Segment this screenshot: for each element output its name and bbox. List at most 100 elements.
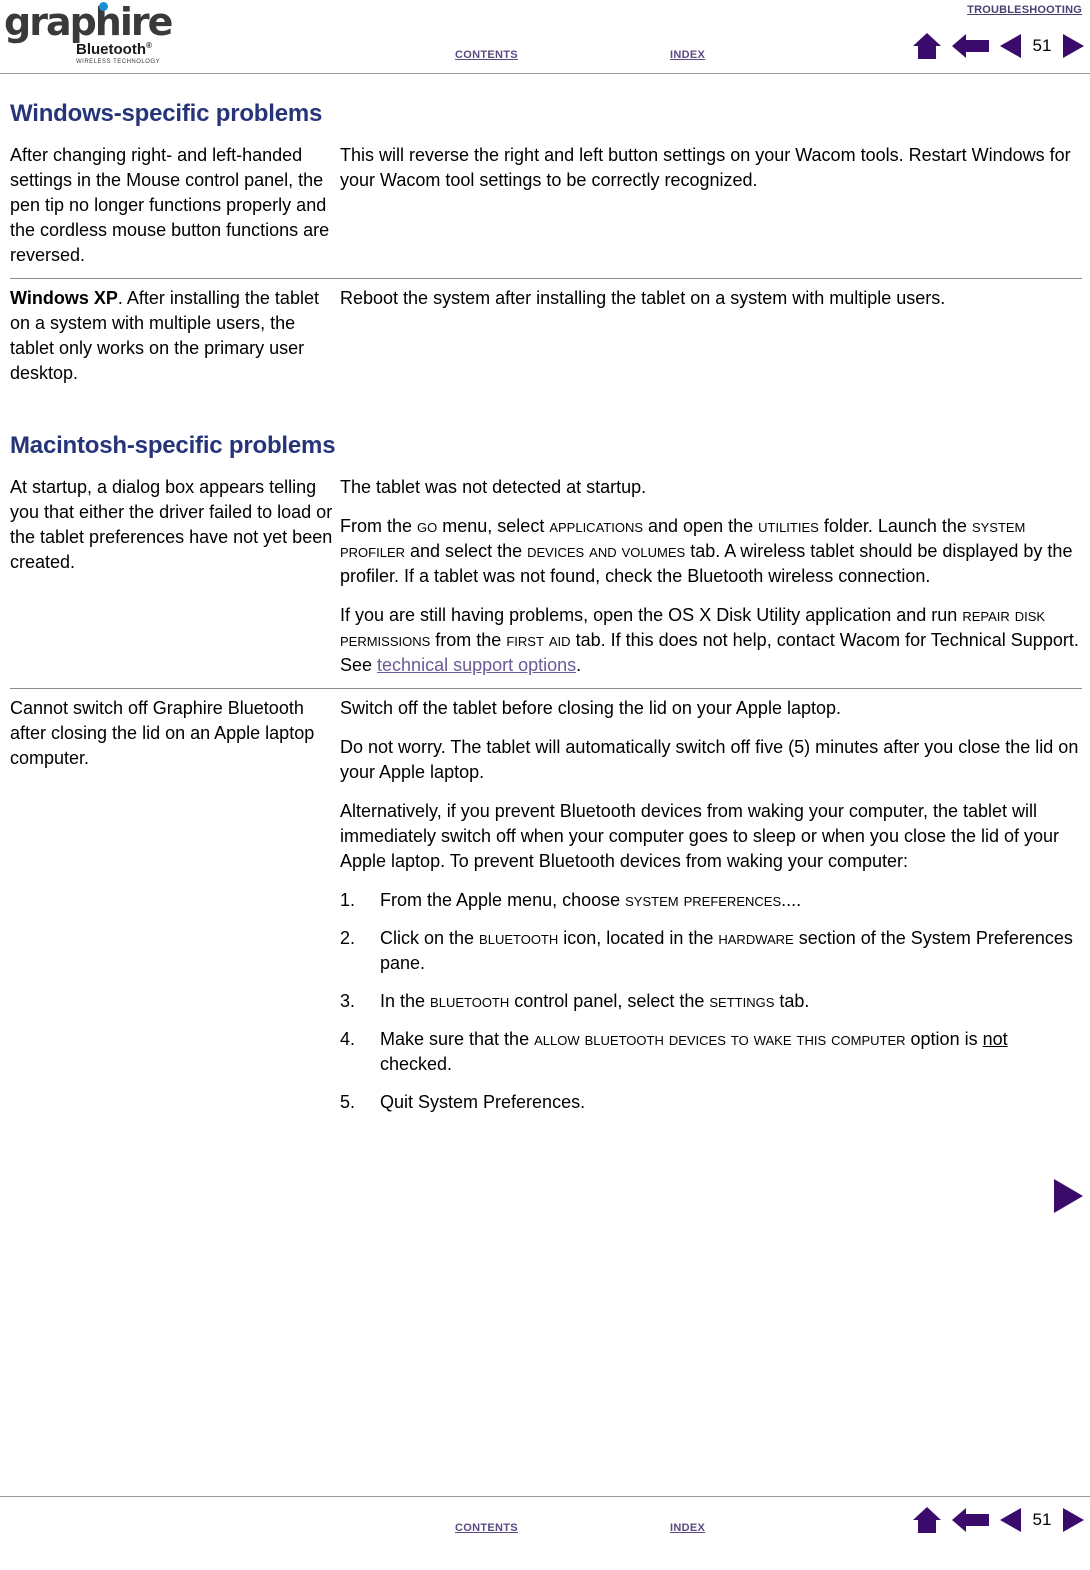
solution-cell: This will reverse the right and left but… [340,136,1082,279]
t: If you are still having problems, open t… [340,605,963,625]
step-number: 3. [340,991,356,1011]
logo-wordmark-text: graphire [4,0,173,44]
problem-cell: At startup, a dialog box appears telling… [10,468,340,689]
windows-problems-table: After changing right- and left-handed se… [10,136,1082,396]
previous-page-icon[interactable] [1000,1507,1022,1533]
solution-text: From the Go menu, select Applications an… [340,514,1082,589]
t: From the Apple menu, choose [380,890,626,910]
back-arrow-icon[interactable] [952,1507,990,1533]
back-arrow-icon[interactable] [952,33,990,59]
menu-name-system-preferences: System Preferences [625,890,782,910]
home-icon[interactable] [912,32,942,60]
t: Make sure that the [380,1029,535,1049]
t: Click on the [380,928,480,948]
steps-list: 1. From the Apple menu, choose System Pre… [340,888,1082,1115]
t: .... [781,890,802,910]
solution-text: This will reverse the right and left but… [340,145,1071,190]
t: control panel, select the [509,991,710,1011]
problem-text: After changing right- and left-handed se… [10,145,330,265]
footer-page-number: 51 [1032,1510,1052,1529]
page-header: graphire Bluetooth® WIRELESS TECHNOLOGY … [0,0,1090,74]
step-number: 1. [340,890,356,910]
t: icon, located in the [558,928,719,948]
tab-name-devices-and-volumes: Devices and Volumes [527,541,686,561]
solution-cell: Reboot the system after installing the t… [340,278,1082,396]
solution-cell: Switch off the tablet before closing the… [340,688,1082,1125]
header-section-title: Troubleshooting [967,0,1082,17]
header-index-link[interactable]: Index [670,45,705,62]
option-name-allow-bluetooth-devices-to-wake-this-computer: Allow Bluetooth devices to wake this com… [534,1029,906,1049]
icon-name-bluetooth: Bluetooth [479,928,559,948]
table-row: Windows XP. After installing the tablet … [10,278,1082,396]
solution-cell: The tablet was not detected at startup. … [340,468,1082,689]
footer-navigation-icons: 51 [912,1506,1084,1534]
t: and select the [405,541,528,561]
table-row: At startup, a dialog box appears telling… [10,468,1082,689]
header-navigation-icons: 51 [912,32,1084,60]
logo-wordmark: graphire [4,0,173,44]
problem-cell: Cannot switch off Graphire Bluetooth aft… [10,688,340,1125]
next-page-icon[interactable] [1062,33,1084,59]
list-item: 3. In the Bluetooth control panel, select… [340,989,1082,1014]
home-icon[interactable] [912,1506,942,1534]
list-item: 1. From the Apple menu, choose System Pre… [340,888,1082,913]
t: and open the [643,516,759,536]
t: folder. Launch the [818,516,972,536]
next-page-arrow-icon[interactable] [1052,1178,1084,1214]
list-item: 5. Quit System Preferences. [340,1090,1082,1115]
tab-name-settings: Settings [709,991,775,1011]
footer-contents-link[interactable]: Contents [455,1518,518,1535]
table-row: After changing right- and left-handed se… [10,136,1082,279]
solution-text: The tablet was not detected at startup. [340,477,647,497]
header-contents-link[interactable]: Contents [455,45,518,62]
problem-text: Windows XP. After installing the tablet … [10,286,340,386]
t: . [576,655,582,675]
next-page-icon[interactable] [1062,1507,1084,1533]
logo-dot-icon [99,2,108,11]
page-content: Windows-specific problems After changing… [0,100,1090,1125]
t: checked. [380,1054,453,1074]
previous-page-icon[interactable] [1000,33,1022,59]
t: option is [905,1029,983,1049]
list-item: 4. Make sure that the Allow Bluetooth dev… [340,1027,1082,1077]
tab-name-first-aid: First Aid [506,630,571,650]
footer-index-link[interactable]: Index [670,1518,705,1535]
macintosh-section-heading: Macintosh-specific problems [10,432,336,459]
menu-name-applications: Applications [549,516,644,536]
t: tab. [774,991,810,1011]
graphire-bluetooth-logo: graphire Bluetooth® WIRELESS TECHNOLOGY [4,2,264,67]
solution-text: Reboot the system after installing the t… [340,288,946,308]
panel-name-bluetooth: Bluetooth [430,991,510,1011]
problem-text: At startup, a dialog box appears telling… [10,477,333,572]
solution-text: If you are still having problems, open t… [340,603,1082,678]
windows-section-heading: Windows-specific problems [10,100,323,127]
t: menu, select [437,516,550,536]
header-page-number: 51 [1032,36,1052,55]
problem-bold-prefix: Windows XP [10,288,118,308]
page-footer: Contents Index 51 [0,1496,1090,1570]
technical-support-options-link[interactable]: technical support options [377,655,576,675]
emphasis-not: not [982,1029,1008,1049]
problem-cell: After changing right- and left-handed se… [10,136,340,279]
table-row: Cannot switch off Graphire Bluetooth aft… [10,688,1082,1125]
step-number: 2. [340,928,356,948]
t: from the [430,630,507,650]
list-item: 2. Click on the Bluetooth icon, located i… [340,926,1082,976]
step-number: 5. [340,1092,356,1112]
solution-text: Switch off the tablet before closing the… [340,698,841,718]
step-number: 4. [340,1029,356,1049]
menu-name-go: Go [417,516,438,536]
t: From the [340,516,418,536]
section-name-hardware: Hardware [718,928,794,948]
folder-name-utilities: Utilities [758,516,819,536]
solution-text: Do not worry. The tablet will automatica… [340,737,1079,782]
problem-cell: Windows XP. After installing the tablet … [10,278,340,396]
logo-tagline: WIRELESS TECHNOLOGY [76,59,161,65]
macintosh-problems-table: At startup, a dialog box appears telling… [10,468,1082,1125]
t: Quit System Preferences. [380,1092,586,1112]
problem-text: Cannot switch off Graphire Bluetooth aft… [10,698,315,768]
solution-text: Alternatively, if you prevent Bluetooth … [340,801,1060,871]
t: In the [380,991,431,1011]
footer-divider [0,1496,1090,1497]
header-divider [0,73,1090,74]
